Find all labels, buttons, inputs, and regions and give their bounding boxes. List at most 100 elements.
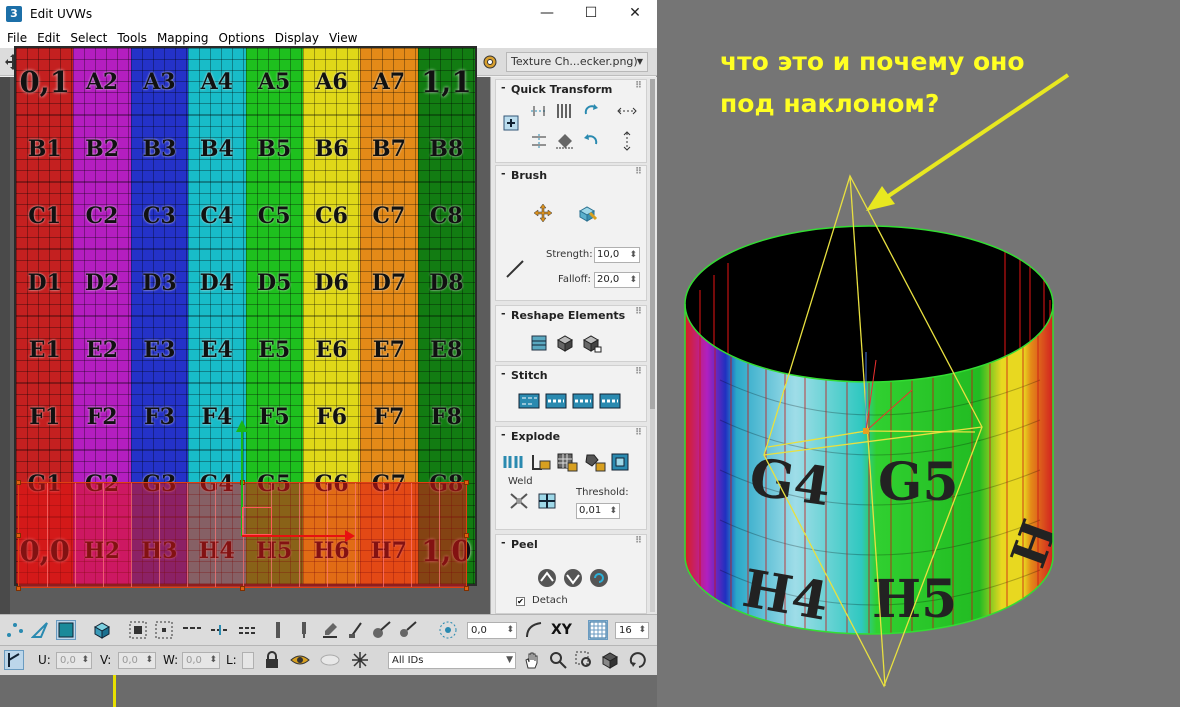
- eye-icon[interactable]: [290, 650, 310, 670]
- maximize-button[interactable]: ☐: [569, 0, 613, 27]
- w-field[interactable]: 0,0 ⬍: [182, 652, 220, 669]
- edge-selection-icon[interactable]: [238, 620, 258, 640]
- cylinder-3d-viewport[interactable]: G4 G5 H H4 H5: [660, 150, 1180, 707]
- rollout-title[interactable]: Brush: [496, 166, 646, 184]
- panel-scrollbar[interactable]: [650, 79, 655, 612]
- xy-coordinate-toggle[interactable]: XY: [551, 622, 572, 638]
- straighten-icon[interactable]: [554, 130, 576, 152]
- rollout-title[interactable]: Stitch: [496, 366, 646, 384]
- menu-mapping[interactable]: Mapping: [152, 28, 214, 48]
- stitch-source-icon[interactable]: [599, 390, 621, 412]
- grid-size-field[interactable]: 16 ⬍: [615, 622, 649, 639]
- stitch-target-icon[interactable]: [545, 390, 567, 412]
- grid-snap-icon[interactable]: [588, 620, 608, 640]
- space-vertical-icon[interactable]: [616, 130, 638, 152]
- vertex-mode-icon[interactable]: [4, 620, 24, 640]
- flatten-by-polygon-icon[interactable]: [584, 451, 606, 473]
- minimize-button[interactable]: —: [525, 0, 569, 27]
- quick-peel-icon[interactable]: [536, 567, 558, 589]
- gizmo-plane-handle[interactable]: [242, 507, 272, 535]
- rollout-title[interactable]: Reshape Elements: [496, 306, 646, 324]
- loop-selection-icon[interactable]: [210, 620, 230, 640]
- absolute-offset-icon[interactable]: [4, 650, 24, 670]
- selection-handle[interactable]: [16, 533, 21, 538]
- falloff-curve-icon[interactable]: [524, 620, 544, 640]
- stitch-average-icon[interactable]: [572, 390, 594, 412]
- select-bar-icon[interactable]: [268, 620, 288, 640]
- menu-display[interactable]: Display: [270, 28, 324, 48]
- falloff-spinner[interactable]: 20,0: [594, 272, 640, 288]
- rotation-angle-field[interactable]: 0,0 ⬍: [467, 622, 517, 639]
- hide-icon[interactable]: [320, 650, 340, 670]
- paint-move-icon[interactable]: [532, 202, 554, 224]
- rotate-plus-90-icon[interactable]: [580, 100, 602, 122]
- ring-selection-icon[interactable]: [182, 620, 202, 640]
- relax-settings-icon[interactable]: [580, 332, 602, 354]
- selection-handle[interactable]: [464, 480, 469, 485]
- l-field[interactable]: [242, 652, 254, 669]
- menu-edit[interactable]: Edit: [32, 28, 65, 48]
- threshold-spinner[interactable]: 0,01: [576, 503, 620, 519]
- u-field[interactable]: 0,0 ⬍: [56, 652, 92, 669]
- flatten-icon[interactable]: [610, 451, 632, 473]
- material-id-select[interactable]: All IDs ▼: [388, 652, 516, 669]
- rollout-title[interactable]: Explode: [496, 427, 646, 445]
- element-mode-icon[interactable]: [92, 620, 112, 640]
- align-vertical-icon[interactable]: [528, 100, 550, 122]
- settings-gear-icon[interactable]: [480, 52, 500, 72]
- soft-selection-icon[interactable]: [438, 620, 458, 640]
- menu-tools[interactable]: Tools: [112, 28, 152, 48]
- close-button[interactable]: ✕: [613, 0, 657, 27]
- align-lines-icon[interactable]: [554, 100, 576, 122]
- flatten-by-smoothing-icon[interactable]: [530, 451, 552, 473]
- v-field[interactable]: 0,0 ⬍: [118, 652, 156, 669]
- flatten-by-material-icon[interactable]: [556, 451, 578, 473]
- pan-hand-icon[interactable]: [522, 650, 542, 670]
- paint-brush-large-icon[interactable]: [372, 620, 392, 640]
- zoom-to-selection-icon[interactable]: [628, 650, 648, 670]
- relax-icon[interactable]: [554, 332, 576, 354]
- straighten-selection-icon[interactable]: [528, 332, 550, 354]
- align-horizontal-icon[interactable]: [528, 130, 550, 152]
- menu-select[interactable]: Select: [65, 28, 112, 48]
- menu-options[interactable]: Options: [213, 28, 269, 48]
- zoom-extents-icon[interactable]: [600, 650, 620, 670]
- menu-file[interactable]: File: [2, 28, 32, 48]
- brush-icon[interactable]: [346, 620, 366, 640]
- paint-select-icon[interactable]: [320, 620, 340, 640]
- weld-target-icon[interactable]: [536, 490, 558, 512]
- detach-checkbox[interactable]: ✔: [516, 597, 525, 606]
- strength-spinner[interactable]: 10,0: [594, 247, 640, 263]
- gizmo-y-arrow-icon[interactable]: [236, 420, 248, 432]
- space-horizontal-icon[interactable]: [616, 100, 638, 122]
- lock-icon[interactable]: [262, 650, 282, 670]
- rotate-minus-90-icon[interactable]: [580, 130, 602, 152]
- shrink-selection-icon[interactable]: [154, 620, 174, 640]
- gizmo-x-axis[interactable]: [242, 535, 350, 537]
- zoom-icon[interactable]: [548, 650, 568, 670]
- break-icon[interactable]: [502, 451, 524, 473]
- gizmo-x-arrow-icon[interactable]: [345, 530, 355, 542]
- selection-handle[interactable]: [16, 586, 21, 591]
- rollout-title[interactable]: Peel: [496, 535, 646, 553]
- peel-mode-icon[interactable]: [562, 567, 584, 589]
- texture-select[interactable]: Texture Ch...ecker.png) ▼: [506, 52, 648, 72]
- stitch-custom-icon[interactable]: [518, 390, 540, 412]
- reset-peel-icon[interactable]: [588, 567, 610, 589]
- relax-brush-icon[interactable]: [576, 202, 598, 224]
- pin-icon[interactable]: [294, 620, 314, 640]
- rollout-title[interactable]: Quick Transform: [496, 80, 646, 98]
- weld-selected-icon[interactable]: [508, 490, 530, 512]
- set-pivot-icon[interactable]: [500, 112, 522, 134]
- selection-handle[interactable]: [464, 586, 469, 591]
- zoom-region-icon[interactable]: [574, 650, 594, 670]
- brush-falloff-curve-icon[interactable]: [504, 258, 526, 280]
- edge-mode-icon[interactable]: [30, 620, 50, 640]
- selection-handle[interactable]: [240, 586, 245, 591]
- freeze-icon[interactable]: [350, 650, 370, 670]
- menu-view[interactable]: View: [324, 28, 362, 48]
- grow-selection-icon[interactable]: [128, 620, 148, 640]
- selection-handle[interactable]: [16, 480, 21, 485]
- paint-brush-small-icon[interactable]: [398, 620, 418, 640]
- face-mode-icon[interactable]: [56, 620, 76, 640]
